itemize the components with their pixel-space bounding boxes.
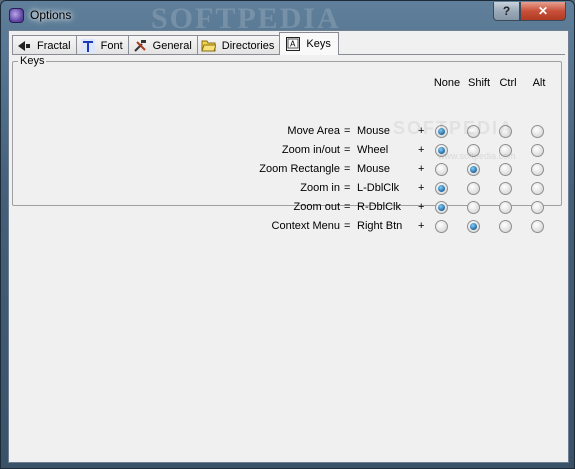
plus-sign: + [418, 144, 425, 156]
tab-font[interactable]: Font [75, 35, 129, 55]
modifier-radio-alt[interactable] [531, 201, 544, 214]
tab-directories[interactable]: Directories [196, 35, 281, 55]
modifier-radio-none[interactable] [435, 182, 448, 195]
action-label: Zoom in [300, 182, 340, 194]
close-button[interactable]: ✕ [520, 2, 566, 21]
watermark-url: www.softpedia.com [438, 151, 516, 161]
modifier-radio-alt[interactable] [531, 163, 544, 176]
equals-sign: = [344, 201, 351, 213]
input-label: Wheel [357, 144, 389, 156]
modifier-radio-ctrl[interactable] [499, 182, 512, 195]
folder-icon [201, 38, 217, 54]
input-label: Mouse [357, 125, 391, 137]
equals-sign: = [344, 182, 351, 194]
modifier-radio-shift[interactable] [467, 201, 480, 214]
modifier-radio-alt[interactable] [531, 125, 544, 138]
modifier-radio-shift[interactable] [467, 220, 480, 233]
modifier-radio-alt[interactable] [531, 144, 544, 157]
input-label: Right Btn [357, 220, 403, 232]
input-label: Mouse [357, 163, 391, 175]
fractal-icon [16, 38, 32, 54]
options-window: Options SOFTPEDIA ? ✕ Fractal Font Gener… [0, 0, 575, 469]
modifier-radio-ctrl[interactable] [499, 201, 512, 214]
plus-sign: + [418, 201, 425, 213]
action-label: Move Area [287, 125, 340, 137]
tab-label: General [152, 39, 192, 52]
app-icon [9, 8, 24, 23]
general-tools-icon [132, 38, 148, 54]
action-label: Context Menu [271, 220, 340, 232]
tab-label: Keys [306, 38, 331, 50]
modifier-radio-none[interactable] [435, 163, 448, 176]
title-bar[interactable]: Options SOFTPEDIA ? ✕ [1, 1, 574, 35]
modifier-radio-ctrl[interactable] [499, 163, 512, 176]
tab-label: Font [100, 39, 123, 52]
tab-general[interactable]: General [127, 35, 198, 55]
plus-sign: + [418, 182, 425, 194]
action-label: Zoom Rectangle [259, 163, 340, 175]
plus-sign: + [418, 220, 425, 232]
watermark: SOFTPEDIA [393, 118, 515, 138]
equals-sign: = [344, 144, 351, 156]
tab-label: Fractal [37, 39, 71, 52]
tab-strip: Fractal Font General Directories A Keys [12, 32, 339, 55]
column-header-alt: Alt [532, 77, 546, 89]
modifier-radio-shift[interactable] [467, 163, 480, 176]
modifier-radio-none[interactable] [435, 201, 448, 214]
equals-sign: = [344, 163, 351, 175]
modifier-radio-none[interactable] [435, 220, 448, 233]
input-label: L-DblClk [357, 182, 400, 194]
font-icon [80, 38, 96, 54]
svg-text:A: A [290, 40, 296, 49]
tab-keys[interactable]: A Keys [279, 32, 339, 55]
modifier-radio-alt[interactable] [531, 220, 544, 233]
modifier-radio-alt[interactable] [531, 182, 544, 195]
keys-groupbox: Keys None Shift Ctrl Alt Move Area = Mouse… [12, 55, 562, 233]
input-label: R-DblClk [357, 201, 401, 213]
action-label: Zoom out [293, 201, 340, 213]
equals-sign: = [344, 125, 351, 137]
group-title: Keys [18, 55, 47, 67]
equals-sign: = [344, 220, 351, 232]
modifier-radio-ctrl[interactable] [499, 220, 512, 233]
dialog-client-area: Fractal Font General Directories A Keys … [8, 30, 569, 463]
plus-sign: + [418, 163, 425, 175]
close-icon: ✕ [537, 4, 549, 18]
tab-label: Directories [221, 39, 275, 52]
keys-icon: A [285, 36, 301, 52]
tab-fractal[interactable]: Fractal [12, 35, 77, 55]
action-label: Zoom in/out [281, 144, 340, 156]
window-title: Options [30, 8, 72, 22]
help-button[interactable]: ? [493, 2, 520, 21]
modifier-radio-shift[interactable] [467, 182, 480, 195]
